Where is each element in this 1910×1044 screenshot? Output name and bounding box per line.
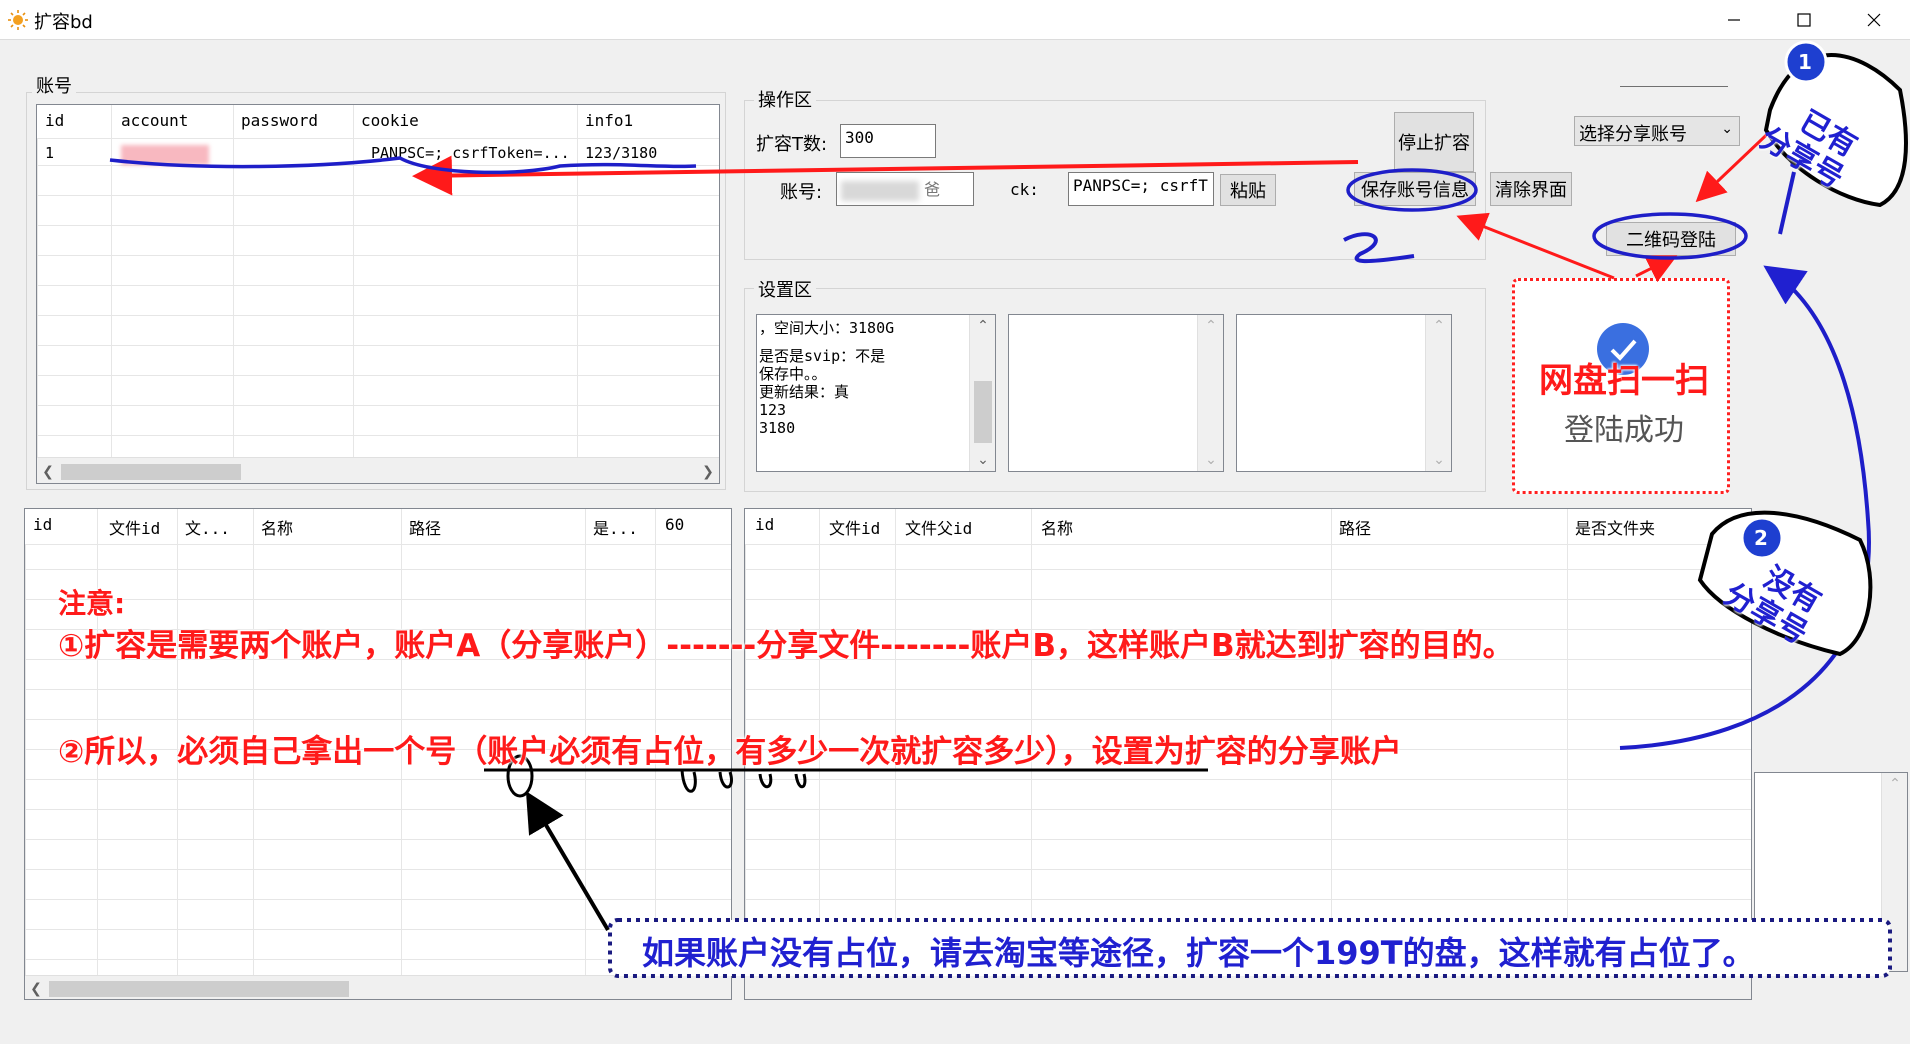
black-arrow-to-underline — [525, 791, 610, 932]
note-title: 注意: — [58, 587, 126, 620]
blue-circle-qr — [1592, 212, 1748, 260]
note-2: ②所以，必须自己拿出一个号（账户必须有占位，有多少一次就扩容多少），设置为扩容的… — [58, 734, 1402, 770]
annotation-overlay — [109, 40, 1908, 978]
red-arrow-to-account-row — [412, 155, 1359, 196]
note-3: 如果账户没有占位，请去淘宝等途径，扩容一个199T的盘，这样就有占位了。 — [642, 934, 1755, 972]
blue-tick — [1778, 171, 1796, 235]
red-arrow-to-qr — [1635, 255, 1678, 283]
red-arrow-to-save — [1456, 212, 1615, 280]
black-loops-squiggle — [680, 769, 807, 793]
blue-circle-save — [1346, 168, 1478, 212]
blue-two-mark — [1343, 232, 1415, 264]
blue-underline-row — [109, 156, 697, 175]
badge-2: 2 — [1754, 526, 1768, 550]
note-1: ①扩容是需要两个账户，账户A（分享账户）-------分享文件-------账户… — [58, 628, 1514, 664]
badge-1: 1 — [1798, 50, 1812, 74]
blue-curve-arrow — [1619, 265, 1871, 750]
